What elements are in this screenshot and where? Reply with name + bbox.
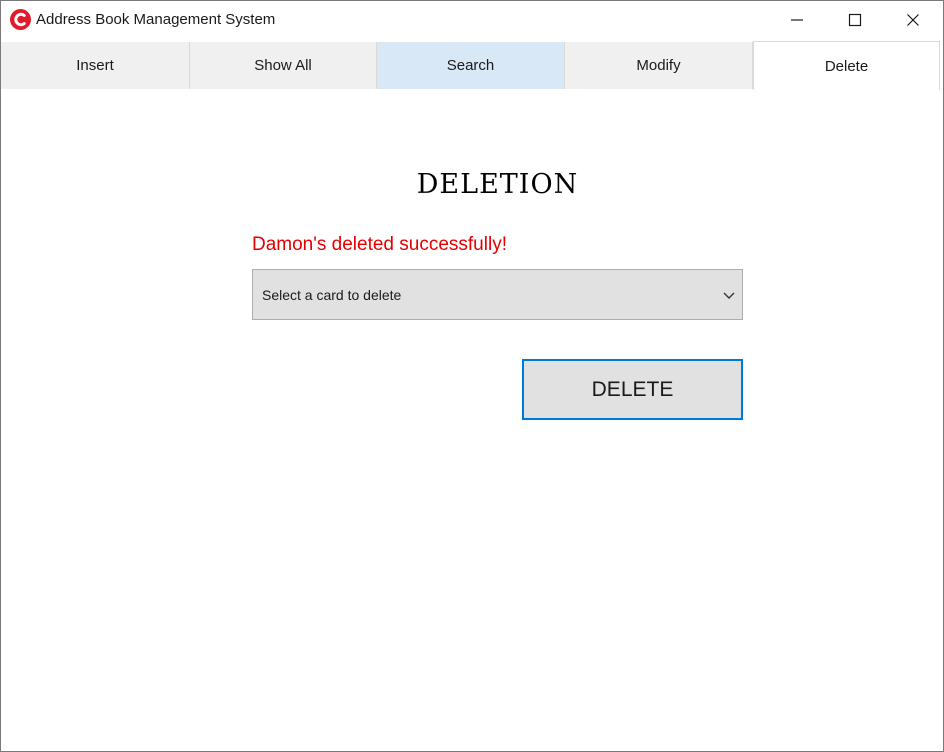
maximize-button[interactable] — [826, 1, 884, 39]
tab-show-all[interactable]: Show All — [190, 42, 377, 89]
card-select-placeholder: Select a card to delete — [262, 287, 402, 303]
title-bar[interactable]: Address Book Management System — [1, 1, 943, 39]
tab-insert[interactable]: Insert — [1, 42, 190, 89]
app-logo-icon — [10, 9, 31, 30]
status-message: Damon's deleted successfully! — [252, 234, 507, 255]
tab-delete[interactable]: Delete — [753, 41, 940, 90]
window-title: Address Book Management System — [36, 11, 276, 28]
tab-modify[interactable]: Modify — [565, 42, 753, 89]
page-title: DELETION — [416, 169, 579, 200]
close-button[interactable] — [884, 1, 942, 39]
delete-button[interactable]: DELETE — [522, 359, 743, 420]
tab-bar: Insert Show All Search Modify Delete — [1, 41, 943, 90]
app-window: Address Book Management System Insert Sh… — [0, 0, 944, 752]
card-select-dropdown[interactable]: Select a card to delete — [252, 269, 743, 320]
chevron-down-icon — [722, 288, 736, 306]
minimize-button[interactable] — [768, 1, 826, 39]
tab-search[interactable]: Search — [377, 42, 565, 89]
